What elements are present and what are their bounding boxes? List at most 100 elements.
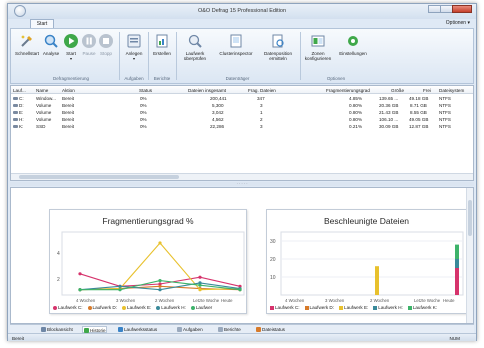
report-icon	[154, 33, 170, 49]
table-row[interactable]: K: SSD Bereit 0% 22,286 3 0.21% 30.09 GB…	[11, 123, 473, 130]
tab-file-status[interactable]: Dateistatus	[255, 326, 285, 333]
drive-list: Lauf... Name Aktion Status Dateien insge…	[10, 85, 474, 181]
x-tick-label: 2 Wochen	[155, 298, 175, 303]
zones-icon	[310, 33, 326, 49]
legend-swatch	[156, 305, 161, 310]
drive-action: Bereit	[62, 103, 75, 108]
drive-total-files: 3,042	[212, 110, 224, 115]
drive-action: Bereit	[62, 96, 75, 101]
tab-tasks[interactable]: Aufgaben	[176, 326, 203, 333]
y-tick-label: 2	[57, 277, 60, 283]
col-header-name[interactable]: Name	[36, 88, 48, 93]
data-point	[118, 284, 122, 288]
drive-check-icon	[187, 33, 203, 49]
drive-status: 0%	[140, 117, 147, 122]
col-header-drive[interactable]: Lauf...	[13, 88, 26, 93]
col-header-status[interactable]: Status	[139, 88, 152, 93]
drive-letter: K:	[19, 124, 24, 129]
tab-history[interactable]: Historie	[82, 326, 107, 333]
pause-button[interactable]: Pause	[81, 33, 97, 56]
create-task-button[interactable]: Anlegen ▾	[122, 33, 146, 61]
legend-item: Laufwerk D:	[304, 305, 334, 310]
drive-frag-degree: 0.80%	[349, 117, 363, 122]
drive-frag-degree: 4.85%	[349, 96, 363, 101]
drive-frag-files: 2	[260, 117, 263, 122]
ribbon-separator	[119, 32, 120, 80]
vertical-scrollbar[interactable]	[466, 188, 473, 323]
col-header-frag-degree[interactable]: Fragmentierungsgrad	[326, 88, 370, 93]
create-report-button[interactable]: Erstellen	[150, 33, 174, 56]
drive-status: 0%	[140, 96, 147, 101]
drive-size: 21.43 GB	[379, 110, 399, 115]
clusterinspector-button[interactable]: Clusterinspector	[214, 33, 258, 56]
col-header-action[interactable]: Aktion	[62, 88, 75, 93]
drive-action: Bereit	[62, 117, 75, 122]
table-row[interactable]: E: Volume Bereit 0% 3,042 1 0.80% 21.43 …	[11, 109, 473, 116]
legend-swatch	[122, 305, 127, 310]
x-tick-label: 4 Wochen	[285, 298, 305, 303]
quickstart-button[interactable]: Schnellstart	[14, 33, 40, 56]
scroll-thumb[interactable]	[19, 175, 179, 179]
col-header-free[interactable]: Frei	[423, 88, 431, 93]
tab-block-view[interactable]: Blockansicht	[40, 326, 73, 333]
settings-button[interactable]: Einstellungen	[336, 33, 370, 56]
num-lock-indicator: NUM	[449, 335, 460, 341]
table-row[interactable]: H: Volume Bereit 0% 4,562 2 0.80% 106.10…	[11, 116, 473, 123]
drive-filesystem: NTFS	[439, 117, 451, 122]
drive-size: 20.36 GB	[379, 103, 399, 108]
col-header-filesystem[interactable]: Dateisystem	[439, 88, 464, 93]
file-position-button[interactable]: Datenposition ermitteln	[259, 33, 297, 61]
drive-icon	[13, 125, 18, 129]
frag-chart: Fragmentierungsgrad % 2 4 4 Wochen 3 Woc…	[49, 209, 247, 314]
data-point	[198, 283, 202, 287]
bar-segment	[455, 259, 459, 268]
ribbon: Schnellstart Analyse Start ▾ Pause Stopp…	[10, 28, 474, 84]
x-tick-label: 4 Wochen	[76, 298, 96, 303]
tab-start[interactable]: Start	[30, 19, 54, 28]
task-icon	[177, 327, 182, 332]
table-row[interactable]: C: Window... Bereit 0% 200,441 347 4.85%…	[11, 95, 473, 102]
table-row[interactable]: D: Volume Bereit 0% 5,300 3 0.80% 20.36 …	[11, 102, 473, 109]
drive-total-files: 22,286	[210, 124, 225, 129]
col-header-frag-files[interactable]: Frag. Dateien	[248, 88, 276, 93]
drive-letter: E:	[19, 110, 24, 115]
x-tick-label: Letzte Woche	[414, 298, 441, 303]
legend-item: Laufwerk E:	[122, 305, 151, 310]
data-point	[78, 272, 82, 276]
drive-list-header: Lauf... Name Aktion Status Dateien insge…	[11, 86, 473, 94]
grid-icon	[41, 327, 46, 332]
drive-total-files: 5,300	[212, 103, 224, 108]
options-menu[interactable]: Optionen ▾	[446, 20, 470, 26]
tab-reports[interactable]: Berichte	[217, 326, 241, 333]
play-icon	[63, 33, 79, 49]
drive-icon	[13, 118, 18, 122]
drive-status: 0%	[140, 103, 147, 108]
group-label-defrag: Defragmentierung	[52, 76, 90, 81]
configure-zones-button[interactable]: Zonen konfigurieren	[302, 33, 334, 61]
tab-drive-status[interactable]: Laufwerksstatus	[117, 326, 157, 333]
drive-free: 49.18 GB	[409, 96, 429, 101]
drive-frag-files: 3	[260, 103, 263, 108]
check-drive-button[interactable]: Laufwerk überprüfen	[178, 33, 212, 61]
start-button[interactable]: Start ▾	[62, 33, 80, 61]
drive-icon	[118, 327, 123, 332]
data-point	[158, 284, 162, 288]
data-point	[198, 275, 202, 279]
window-title: O&O Defrag 15 Professional Edition	[197, 8, 287, 14]
col-header-size[interactable]: Größe	[391, 88, 404, 93]
cluster-icon	[228, 33, 244, 49]
analyse-button[interactable]: Analyse	[41, 33, 61, 56]
col-header-total-files[interactable]: Dateien insgesamt	[188, 88, 226, 93]
drive-letter: C:	[19, 96, 24, 101]
bar-segment	[455, 268, 459, 295]
close-button[interactable]	[452, 5, 472, 13]
drive-name: Volume	[36, 117, 52, 122]
ribbon-separator	[300, 32, 301, 80]
scroll-thumb[interactable]	[468, 200, 472, 236]
view-tabs: Blockansicht Historie Laufwerksstatus Au…	[10, 324, 474, 333]
stop-button[interactable]: Stopp	[98, 33, 114, 56]
horizontal-scrollbar[interactable]	[11, 173, 473, 180]
pane-splitter[interactable]: · · · · ·	[10, 182, 474, 186]
drive-status: 0%	[140, 124, 147, 129]
drive-frag-degree: 0.80%	[349, 103, 363, 108]
